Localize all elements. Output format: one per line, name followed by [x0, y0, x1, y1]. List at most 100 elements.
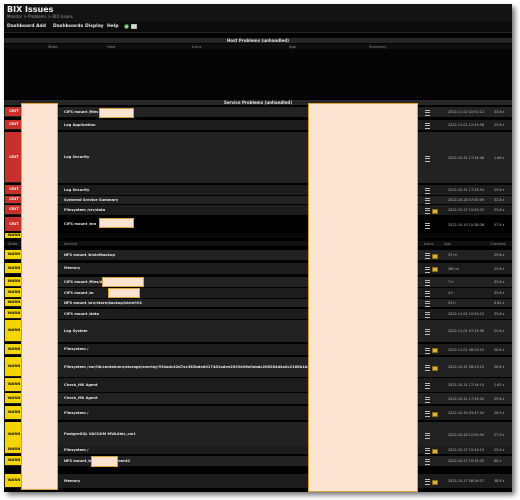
menu-icon[interactable] [425, 329, 430, 335]
refresh-icon[interactable] [124, 24, 129, 29]
col-state[interactable]: State [8, 242, 18, 246]
table-row[interactable]: WARN Filesystem /2022-10-27 15:43:19 23.0 … [4, 446, 512, 454]
menu-icon[interactable] [425, 365, 430, 371]
graph-icon[interactable] [432, 411, 438, 417]
fullscreen-icon[interactable] [131, 24, 137, 29]
menu-icon[interactable] [425, 459, 430, 465]
menu-icon[interactable] [425, 291, 430, 297]
service-link[interactable]: NFS mount /srv/store/backup/bixinf/01 [64, 301, 142, 305]
menu-icon[interactable] [425, 396, 430, 403]
menu-help[interactable]: Help [107, 24, 119, 29]
service-link[interactable]: Memory [64, 479, 80, 483]
table-row[interactable]: CRIT Log Application 2022-11-01 12:43:58 25… [4, 120, 512, 130]
menu-display[interactable]: Display [85, 24, 104, 29]
menu-icon[interactable] [425, 280, 430, 286]
table-row[interactable]: WARN CIFS mount /files/d 7 h 33.6 s [4, 277, 512, 287]
menu-add[interactable]: Add [36, 24, 46, 29]
table-row[interactable]: WARN [4, 233, 512, 238]
service-link[interactable]: CIFS mount /m [64, 291, 94, 295]
service-link[interactable]: Log Security [64, 188, 89, 192]
age-value: 2022-10-30 03:47:54 [448, 411, 485, 415]
menu-icon[interactable] [425, 448, 430, 454]
service-link[interactable]: Filesystem / [64, 411, 88, 415]
col-age[interactable]: Age [444, 242, 451, 246]
service-link[interactable]: CIFS mount /data [64, 312, 99, 316]
table-row[interactable]: CRIT Log Security 2022-10-31 17:34:46 1.86 … [4, 132, 512, 183]
graph-icon[interactable] [432, 448, 438, 454]
table-row[interactable]: WARN NFS mount /bixinfbackup 37 m 25.6 s [4, 250, 512, 260]
graph-icon[interactable] [432, 348, 438, 353]
col-host[interactable]: Host [107, 45, 115, 49]
service-link[interactable]: NFS mount /bixinfbackup [64, 253, 115, 257]
service-link[interactable]: Filesystem /var/lib/containers/storage/o… [64, 365, 334, 369]
service-problems-columns: State Service Icons Age Checked [4, 241, 512, 246]
service-link[interactable]: Filesystem /srv/data [64, 208, 105, 212]
service-link[interactable]: NFS mount /m [64, 459, 93, 463]
table-row[interactable]: WARN Check_MK Agent 2022-10-31 17:33:54 25.… [4, 393, 512, 404]
checked-value: 25.6 s [494, 396, 505, 401]
service-link[interactable]: Log System [64, 329, 88, 333]
menu-dashboards[interactable]: Dashboards [53, 24, 83, 29]
table-row[interactable]: WARN PostgreSQL VACUUM MVA#bix_cm1 2022-10… [4, 422, 512, 447]
menu-icon[interactable] [425, 110, 430, 116]
table-row[interactable]: CRIT Systemd Service Summary 2022-10-28 07… [4, 196, 512, 204]
graph-icon[interactable] [432, 267, 438, 272]
table-row[interactable]: CRIT CIFS mount /mn 2022-10-10 10:38:38 57.… [4, 217, 512, 232]
menu-dashboard[interactable]: Dashboard [7, 24, 34, 29]
table-row[interactable]: WARN Check_MK Agent 2022-10-31 17:34:14 2.6… [4, 378, 512, 392]
menu-icon[interactable] [425, 266, 430, 273]
service-link[interactable]: PostgreSQL VACUUM MVA#bix_cm1 [64, 432, 136, 436]
menu-icon[interactable] [425, 301, 430, 307]
col-age[interactable]: Age [289, 45, 296, 49]
table-row[interactable]: WARN CIFS mount /m 4 h 33.6 s [4, 288, 512, 298]
table-row[interactable]: WARN NFS mount /srv/store/backup/bixinf/0… [4, 299, 512, 307]
graph-icon[interactable] [432, 479, 438, 485]
menu-icon[interactable] [425, 411, 430, 417]
col-icons[interactable]: Icons [424, 242, 433, 246]
service-link[interactable]: Log Application [64, 123, 96, 127]
table-row[interactable]: WARN NFS mount /m ment2 2022-10-27 15:32:35… [4, 456, 512, 466]
service-link[interactable]: Check_MK Agent [64, 383, 98, 387]
menu-icon[interactable] [425, 312, 430, 318]
menu-icon[interactable] [425, 208, 430, 214]
table-row[interactable]: CRIT Log Security 2022-10-31 17:33:54 25.6 … [4, 185, 512, 195]
service-link[interactable]: Systemd Service Summary [64, 198, 118, 202]
col-checked[interactable]: Checked [490, 242, 505, 246]
graph-icon[interactable] [432, 208, 438, 214]
menu-icon[interactable] [425, 383, 430, 389]
table-row[interactable]: WARN CIFS mount /data 2022-11-02 10:53:12 3… [4, 309, 512, 319]
col-icons[interactable]: Icons [192, 45, 201, 49]
service-link[interactable]: Filesystem / [64, 347, 88, 351]
breadcrumb[interactable]: Monitor > Problems > BIX Issues [7, 14, 73, 19]
menu-icon[interactable] [425, 198, 430, 204]
menu-icon[interactable] [425, 347, 430, 354]
service-link[interactable]: CIFS mount /files/d [64, 280, 102, 284]
menu-icon[interactable] [425, 123, 430, 129]
service-link[interactable]: CIFS mount /mn [64, 222, 96, 226]
table-row[interactable]: WARN Log System 2022-11-01 07:33:56 25.6 s [4, 320, 512, 342]
menu-icon[interactable] [425, 155, 430, 162]
table-row[interactable]: WARN Memory 380 m 25.6 s [4, 263, 512, 274]
col-state[interactable]: State [48, 45, 58, 49]
col-service[interactable]: Service [64, 242, 77, 246]
table-row[interactable]: WARN Filesystem /2022-11-01 08:23:15 58.8 … [4, 344, 512, 355]
table-row[interactable]: CRIT CIFS mount /files 2022-11-02 10:51:12… [4, 107, 512, 117]
col-summary[interactable]: Summary [369, 45, 386, 49]
menu-icon[interactable] [425, 188, 430, 194]
table-row[interactable]: WARN Filesystem /var/lib/containers/stora… [4, 357, 512, 377]
service-link[interactable]: CIFS mount /files [64, 110, 98, 114]
menu-icon[interactable] [425, 253, 430, 259]
service-link[interactable]: Memory [64, 266, 80, 270]
table-row[interactable]: WARN Memory 2022-10-27 08:26:37 38.8 s [4, 474, 512, 488]
table-row[interactable]: WARN Filesystem /2022-10-30 03:47:54 28.9 … [4, 406, 512, 420]
graph-icon[interactable] [432, 365, 438, 371]
graph-icon[interactable] [432, 253, 438, 259]
table-row[interactable]: CRIT Filesystem /srv/data 2022-10-27 15:53… [4, 205, 512, 215]
menu-icon[interactable] [425, 222, 430, 229]
service-link[interactable]: Log Security [64, 155, 89, 159]
service-link[interactable]: Check_MK Agent [64, 396, 98, 400]
menu-icon[interactable] [425, 479, 430, 485]
service-link[interactable]: Filesystem / [64, 448, 88, 452]
menu-bar: Dashboard Add Dashboards Display Help [4, 22, 512, 33]
menu-icon[interactable] [425, 432, 430, 439]
